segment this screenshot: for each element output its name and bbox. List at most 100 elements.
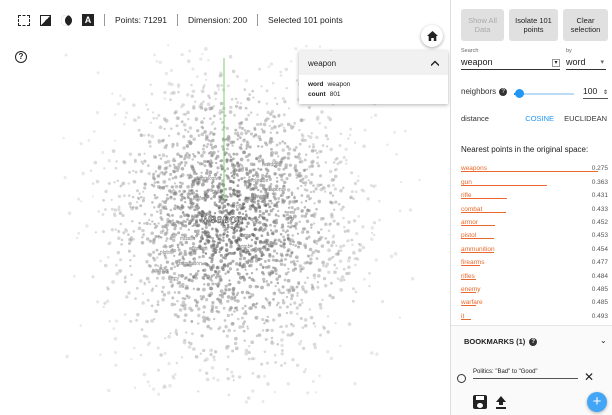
data-point[interactable]	[269, 62, 274, 66]
data-point[interactable]	[226, 344, 229, 348]
data-point[interactable]	[314, 249, 318, 253]
data-point[interactable]	[214, 276, 218, 279]
data-point[interactable]	[208, 96, 211, 100]
data-point[interactable]	[183, 306, 187, 311]
data-point[interactable]	[282, 214, 286, 217]
data-point[interactable]	[357, 242, 361, 246]
data-point[interactable]	[339, 278, 344, 282]
data-point[interactable]	[220, 182, 224, 186]
data-point[interactable]	[266, 110, 270, 114]
data-point[interactable]	[192, 257, 195, 261]
data-point[interactable]	[227, 262, 230, 266]
data-point[interactable]	[266, 283, 270, 287]
data-point[interactable]	[294, 47, 298, 51]
data-point[interactable]	[194, 100, 197, 103]
data-point[interactable]	[142, 372, 147, 377]
data-point[interactable]	[242, 250, 245, 253]
data-point[interactable]	[140, 241, 145, 245]
data-point[interactable]	[164, 170, 168, 174]
bookmarks-header[interactable]: BOOKMARKS (1) ?	[464, 337, 538, 346]
data-point[interactable]	[210, 279, 214, 282]
data-point[interactable]	[203, 164, 207, 168]
data-point[interactable]	[206, 282, 211, 287]
data-point[interactable]	[183, 252, 188, 256]
data-point[interactable]	[246, 327, 250, 330]
data-point[interactable]	[149, 121, 152, 124]
data-point[interactable]	[212, 194, 216, 199]
data-point[interactable]	[329, 191, 333, 195]
data-point[interactable]	[299, 118, 304, 123]
data-point[interactable]	[275, 303, 279, 307]
data-point[interactable]	[258, 205, 262, 208]
data-point[interactable]	[288, 254, 293, 258]
data-point[interactable]	[330, 256, 334, 260]
data-point[interactable]	[248, 345, 251, 348]
data-point[interactable]	[217, 150, 220, 153]
data-point[interactable]	[252, 134, 256, 138]
data-point[interactable]	[333, 270, 337, 274]
data-point[interactable]	[326, 240, 331, 245]
data-point[interactable]	[310, 223, 313, 227]
data-point[interactable]	[170, 244, 174, 248]
data-point[interactable]	[370, 237, 374, 241]
data-point[interactable]	[73, 274, 76, 278]
data-point[interactable]	[292, 148, 296, 152]
data-point[interactable]	[283, 199, 287, 203]
data-point[interactable]	[273, 224, 277, 228]
data-point[interactable]	[398, 316, 402, 319]
data-point[interactable]	[199, 57, 203, 61]
data-point[interactable]	[245, 171, 249, 175]
data-point[interactable]	[176, 83, 181, 87]
data-point[interactable]	[153, 222, 156, 226]
data-point[interactable]	[342, 244, 346, 248]
data-point[interactable]	[348, 133, 352, 137]
data-point[interactable]	[245, 290, 250, 295]
data-point[interactable]	[103, 167, 106, 170]
data-point[interactable]	[181, 103, 185, 107]
data-point[interactable]	[243, 88, 247, 92]
data-point[interactable]	[224, 247, 229, 252]
data-point[interactable]	[247, 264, 251, 268]
data-point[interactable]	[291, 210, 296, 215]
data-point[interactable]	[154, 156, 158, 159]
data-point[interactable]	[142, 190, 145, 193]
data-point[interactable]	[173, 291, 177, 294]
neighbors-slider[interactable]	[514, 89, 574, 98]
data-point[interactable]	[299, 317, 303, 320]
data-point[interactable]	[253, 200, 257, 204]
data-point[interactable]	[180, 182, 184, 185]
data-point[interactable]	[187, 295, 191, 300]
data-point[interactable]	[265, 89, 269, 93]
data-point[interactable]	[271, 231, 275, 235]
data-point[interactable]	[309, 315, 314, 320]
info-icon[interactable]: ?	[499, 87, 508, 96]
data-point[interactable]	[233, 132, 237, 135]
data-point[interactable]	[321, 298, 324, 302]
data-point[interactable]	[186, 59, 191, 64]
data-point[interactable]	[254, 305, 258, 309]
data-point[interactable]	[295, 312, 299, 316]
data-point[interactable]	[287, 173, 292, 177]
data-point[interactable]	[205, 262, 209, 267]
data-point[interactable]	[89, 169, 93, 172]
data-point[interactable]	[204, 47, 208, 51]
data-point[interactable]	[370, 231, 374, 235]
data-point[interactable]	[303, 158, 307, 162]
data-point[interactable]	[315, 135, 319, 140]
data-point[interactable]	[256, 199, 260, 203]
data-point[interactable]	[298, 142, 302, 146]
data-point[interactable]	[226, 299, 230, 303]
data-point[interactable]	[203, 359, 207, 362]
data-point[interactable]	[190, 279, 194, 283]
data-point[interactable]	[206, 159, 210, 163]
data-point[interactable]	[206, 102, 211, 107]
data-point[interactable]	[280, 352, 284, 356]
nearest-point-word[interactable]: armor	[461, 219, 478, 226]
data-point[interactable]	[293, 208, 297, 211]
data-point[interactable]	[305, 230, 310, 234]
data-point[interactable]	[183, 277, 187, 280]
data-point[interactable]	[370, 226, 375, 230]
data-point[interactable]	[265, 218, 269, 222]
data-point[interactable]	[118, 211, 123, 215]
data-point[interactable]	[275, 277, 279, 281]
